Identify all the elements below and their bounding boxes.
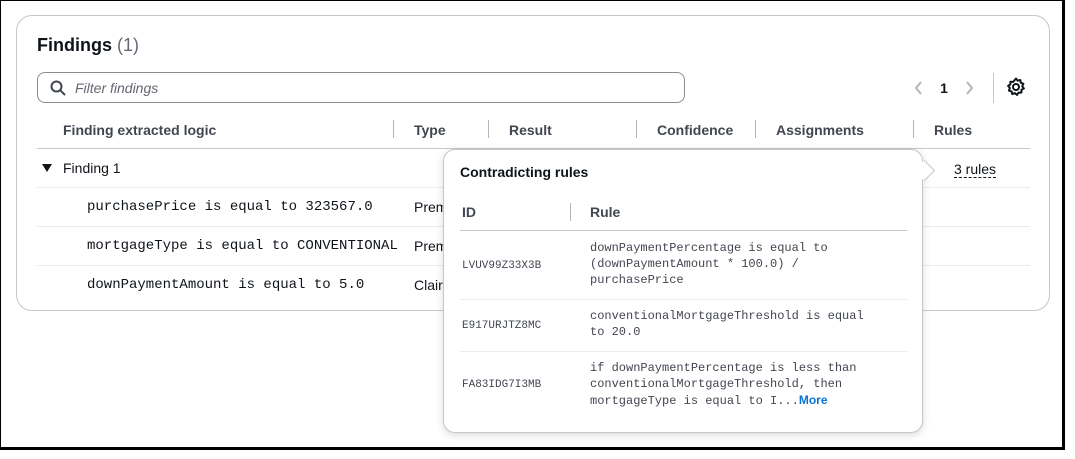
filter-findings-input[interactable] bbox=[75, 79, 655, 96]
popover-title: Contradicting rules bbox=[460, 164, 589, 180]
findings-heading: Findings (1) bbox=[37, 35, 139, 56]
column-divider[interactable] bbox=[636, 120, 637, 138]
rule-id: E917URJTZ8MC bbox=[462, 320, 542, 332]
caret-down-icon[interactable] bbox=[42, 164, 52, 172]
popover-header-divider bbox=[460, 230, 907, 231]
search-icon bbox=[50, 80, 66, 96]
more-link[interactable]: More bbox=[799, 393, 828, 407]
popover-column-id: ID bbox=[462, 204, 476, 220]
finding-logic: purchasePrice is equal to 323567.0 bbox=[87, 199, 373, 215]
chevron-left-icon[interactable] bbox=[910, 77, 928, 99]
contradicting-rules-popover: Contradicting rules ID Rule LVUV99Z33X3B… bbox=[443, 149, 936, 433]
column-header-rules[interactable]: Rules bbox=[934, 122, 972, 138]
row-divider bbox=[460, 351, 907, 352]
filter-findings-field[interactable] bbox=[37, 72, 685, 103]
popover-column-rule: Rule bbox=[590, 204, 621, 220]
window-frame: Findings (1) 1 bbox=[0, 0, 1065, 450]
column-header-result[interactable]: Result bbox=[509, 122, 552, 138]
column-divider bbox=[570, 203, 571, 221]
column-divider[interactable] bbox=[913, 120, 914, 138]
pagination: 1 bbox=[910, 76, 978, 100]
finding-logic: downPaymentAmount is equal to 5.0 bbox=[87, 277, 365, 293]
finding-type: Clair bbox=[414, 277, 443, 293]
rule-id: FA83IDG7I3MB bbox=[462, 379, 542, 391]
page-number[interactable]: 1 bbox=[928, 80, 960, 96]
table-header: Finding extracted logic Type Result Conf… bbox=[37, 116, 1030, 149]
column-divider[interactable] bbox=[488, 120, 489, 138]
rule-text: conventionalMortgageThreshold is equal t… bbox=[590, 309, 864, 339]
column-divider[interactable] bbox=[755, 120, 756, 138]
toolbar-divider bbox=[993, 73, 994, 103]
finding-group-label: Finding 1 bbox=[63, 160, 121, 176]
findings-count: (1) bbox=[117, 35, 140, 55]
row-divider bbox=[460, 299, 907, 300]
gear-icon[interactable] bbox=[1006, 77, 1026, 97]
column-header-confidence[interactable]: Confidence bbox=[657, 122, 733, 138]
rule-text-truncated: if downPaymentPercentage is less than co… bbox=[590, 360, 880, 409]
finding-logic: mortgageType is equal to CONVENTIONAL bbox=[87, 238, 398, 254]
chevron-right-icon[interactable] bbox=[960, 77, 978, 99]
rules-link[interactable]: 3 rules bbox=[954, 161, 997, 178]
rule-id: LVUV99Z33X3B bbox=[462, 260, 542, 272]
findings-title: Findings bbox=[37, 35, 112, 55]
rule-text: downPaymentPercentage is equal to (downP… bbox=[590, 241, 828, 287]
column-header-type[interactable]: Type bbox=[414, 122, 446, 138]
column-header-assignments[interactable]: Assignments bbox=[776, 122, 864, 138]
column-header-logic[interactable]: Finding extracted logic bbox=[63, 122, 216, 138]
column-divider[interactable] bbox=[393, 120, 394, 138]
